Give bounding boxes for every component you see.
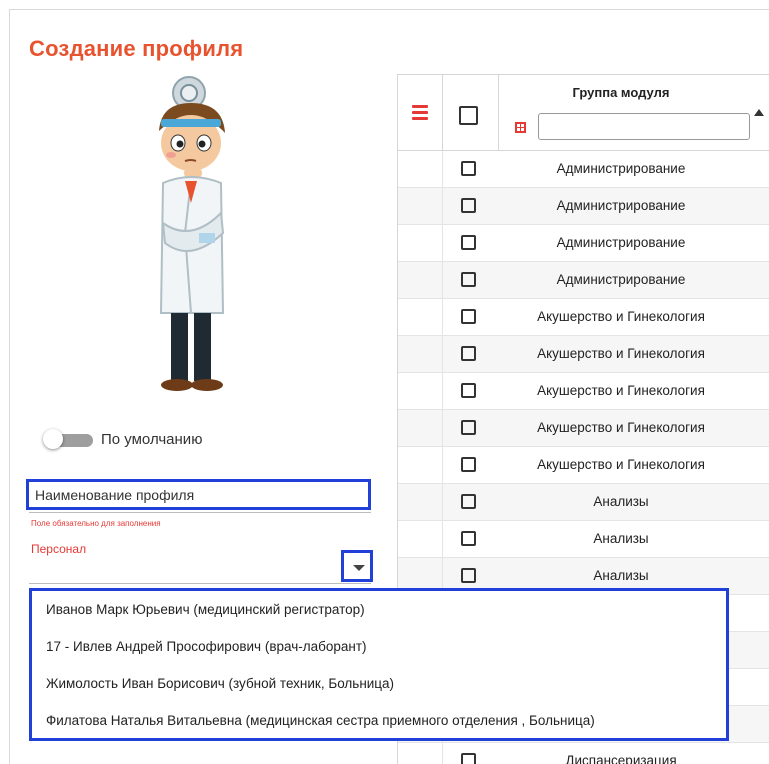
module-group-cell: Анализы bbox=[593, 568, 649, 583]
staff-select-underline bbox=[29, 583, 371, 584]
module-group-cell: Администрирование bbox=[556, 272, 686, 287]
select-all-checkbox[interactable] bbox=[459, 106, 478, 125]
row-checkbox[interactable] bbox=[461, 531, 476, 546]
staff-label: Персонал bbox=[31, 542, 87, 556]
table-row[interactable]: Акушерство и Гинекология bbox=[398, 299, 769, 336]
row-checkbox[interactable] bbox=[461, 383, 476, 398]
staff-option[interactable]: 17 - Ивлев Андрей Прософирович (врач-лаб… bbox=[32, 628, 726, 665]
staff-option[interactable]: Жимолость Иван Борисович (зубной техник,… bbox=[32, 665, 726, 702]
table-row[interactable]: Администрирование bbox=[398, 225, 769, 262]
column-divider bbox=[442, 373, 443, 409]
table-row[interactable]: Диспансеризация bbox=[398, 743, 769, 764]
row-checkbox[interactable] bbox=[461, 235, 476, 250]
row-checkbox[interactable] bbox=[461, 457, 476, 472]
profile-name-field[interactable] bbox=[26, 479, 371, 510]
doctor-illustration bbox=[159, 76, 225, 391]
column-filter-input[interactable] bbox=[538, 113, 750, 140]
chevron-down-icon bbox=[353, 565, 365, 571]
column-divider bbox=[442, 410, 443, 446]
row-checkbox[interactable] bbox=[461, 198, 476, 213]
default-toggle[interactable] bbox=[43, 429, 95, 449]
module-group-cell: Акушерство и Гинекология bbox=[537, 309, 705, 324]
page-title: Создание профиля bbox=[29, 36, 244, 61]
staff-dropdown-button[interactable] bbox=[341, 550, 373, 582]
column-divider bbox=[442, 521, 443, 557]
table-row[interactable]: Администрирование bbox=[398, 262, 769, 299]
table-row[interactable]: Акушерство и Гинекология bbox=[398, 410, 769, 447]
table-row[interactable]: Анализы bbox=[398, 484, 769, 521]
module-group-cell: Администрирование bbox=[556, 198, 686, 213]
row-checkbox[interactable] bbox=[461, 753, 476, 764]
row-checkbox[interactable] bbox=[461, 346, 476, 361]
table-row[interactable]: Администрирование bbox=[398, 188, 769, 225]
column-divider bbox=[442, 447, 443, 483]
default-toggle-label: По умолчанию bbox=[101, 431, 203, 448]
module-group-cell: Акушерство и Гинекология bbox=[537, 383, 705, 398]
row-checkbox[interactable] bbox=[461, 309, 476, 324]
row-checkbox[interactable] bbox=[461, 494, 476, 509]
profile-name-underline bbox=[29, 512, 371, 513]
profile-name-input[interactable] bbox=[29, 482, 368, 507]
column-divider bbox=[442, 336, 443, 372]
table-row[interactable]: Акушерство и Гинекология bbox=[398, 373, 769, 410]
module-group-cell: Администрирование bbox=[556, 235, 686, 250]
row-checkbox[interactable] bbox=[461, 420, 476, 435]
column-divider bbox=[442, 484, 443, 520]
grid-header: Группа модуля bbox=[398, 74, 769, 151]
column-divider bbox=[442, 75, 443, 150]
profile-create-panel: Создание профиля По умолчанию Наименован… bbox=[9, 9, 769, 764]
table-row[interactable]: Администрирование bbox=[398, 151, 769, 188]
column-divider bbox=[442, 225, 443, 261]
table-row[interactable]: Акушерство и Гинекология bbox=[398, 336, 769, 373]
module-group-cell: Анализы bbox=[593, 531, 649, 546]
row-checkbox[interactable] bbox=[461, 568, 476, 583]
toggle-knob bbox=[43, 429, 63, 449]
table-row[interactable]: Анализы bbox=[398, 521, 769, 558]
row-checkbox[interactable] bbox=[461, 272, 476, 287]
module-group-cell: Анализы bbox=[593, 494, 649, 509]
module-group-cell: Акушерство и Гинекология bbox=[537, 420, 705, 435]
filter-icon[interactable] bbox=[515, 122, 526, 133]
hamburger-menu-icon[interactable] bbox=[412, 105, 428, 123]
column-divider bbox=[442, 743, 443, 764]
required-hint: Поле обязательно для заполнения bbox=[31, 519, 161, 528]
staff-dropdown-list: Иванов Марк Юрьевич (медицинский регистр… bbox=[29, 588, 729, 741]
module-group-cell: Диспансеризация bbox=[565, 753, 677, 764]
module-group-cell: Акушерство и Гинекология bbox=[537, 346, 705, 361]
row-checkbox[interactable] bbox=[461, 161, 476, 176]
sort-ascending-icon[interactable] bbox=[754, 109, 764, 116]
staff-option[interactable]: Филатова Наталья Витальевна (медицинская… bbox=[32, 702, 726, 739]
module-group-cell: Администрирование bbox=[556, 161, 686, 176]
module-group-cell: Акушерство и Гинекология bbox=[537, 457, 705, 472]
column-divider bbox=[442, 151, 443, 187]
table-row[interactable]: Акушерство и Гинекология bbox=[398, 447, 769, 484]
column-divider bbox=[442, 188, 443, 224]
column-divider bbox=[442, 299, 443, 335]
column-divider bbox=[442, 262, 443, 298]
column-title: Группа модуля bbox=[572, 85, 670, 100]
staff-option[interactable]: Иванов Марк Юрьевич (медицинский регистр… bbox=[32, 591, 726, 628]
